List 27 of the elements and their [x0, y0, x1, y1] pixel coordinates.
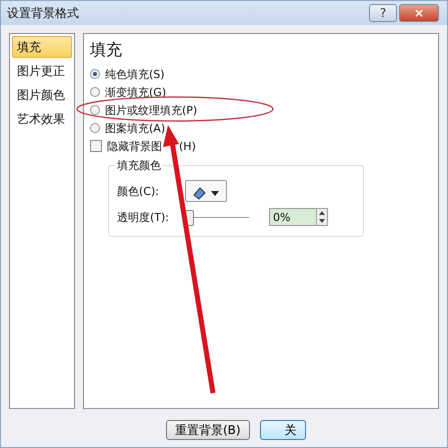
color-label: 颜色(C):	[117, 184, 160, 198]
radio-button[interactable]	[90, 105, 100, 115]
help-button[interactable]: ?	[369, 4, 397, 22]
reset-background-button[interactable]: 重置背景(B)	[166, 420, 250, 440]
close-dialog-button[interactable]: 关	[260, 420, 306, 440]
checkbox[interactable]	[90, 140, 102, 152]
transparency-label: 透明度(T):	[117, 210, 170, 224]
option-label: (H)	[179, 140, 196, 152]
radio-button[interactable]	[90, 69, 100, 79]
option-label: 纯色填充(S)	[105, 66, 165, 82]
transparency-slider[interactable]	[185, 208, 251, 226]
spin-arrows-icon[interactable]	[317, 209, 327, 225]
option-label: 图片或纹理填充(P)	[105, 102, 198, 118]
sidebar-item[interactable]: 图片更正	[12, 60, 72, 82]
option-label: 渐变填充(G)	[105, 84, 166, 100]
window-title: 设置背景格式	[7, 4, 80, 22]
color-dropdown[interactable]	[185, 180, 227, 202]
radio-button[interactable]	[90, 123, 100, 133]
sidebar-item[interactable]: 艺术效果	[12, 108, 72, 130]
option-label: 图案填充(A)	[105, 120, 166, 136]
option-label: 隐藏背景图	[107, 138, 162, 154]
transparency-field[interactable]: 0%	[269, 208, 328, 226]
group-title: 填充颜色	[115, 158, 163, 173]
panel-heading: 填充	[90, 40, 123, 61]
sidebar-item[interactable]: 图片颜色	[12, 84, 72, 106]
sidebar-item[interactable]: 填充	[12, 36, 72, 58]
radio-button[interactable]	[90, 87, 100, 97]
